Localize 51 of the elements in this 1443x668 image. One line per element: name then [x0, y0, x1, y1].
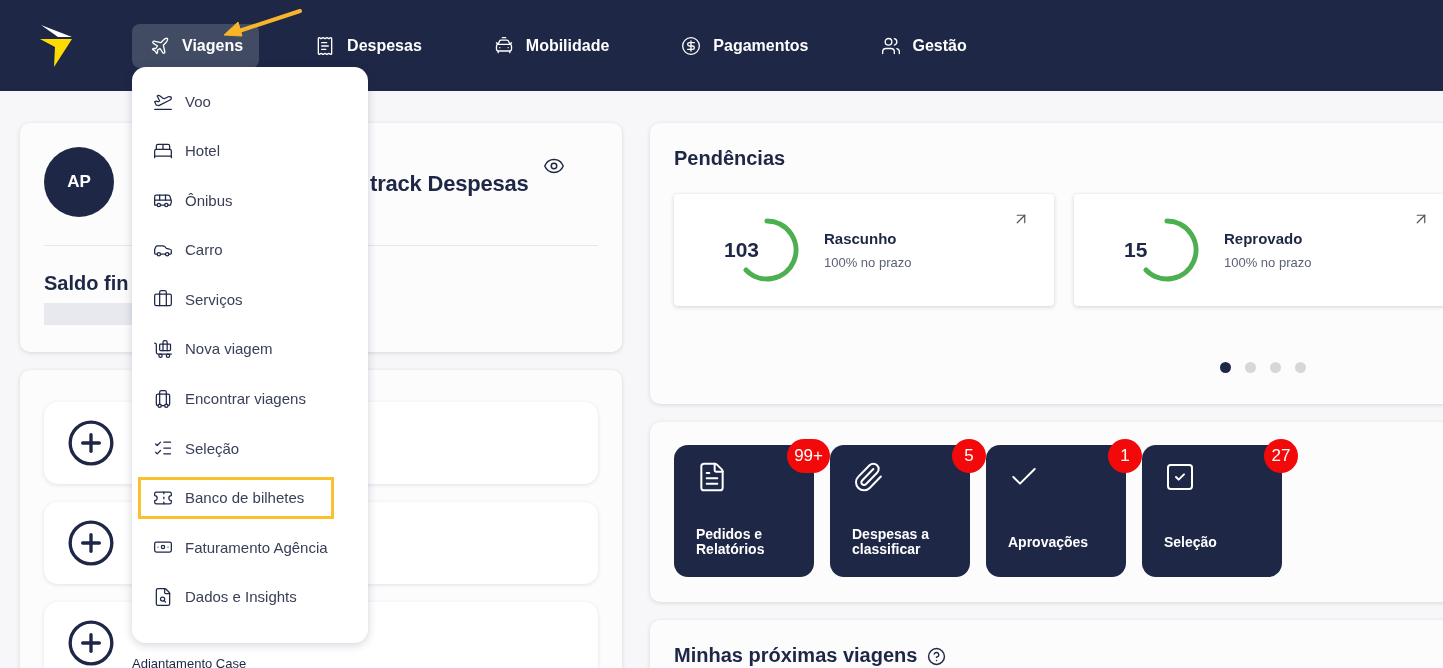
nav-tab[interactable]: Mobilidade [475, 23, 626, 68]
menu-item[interactable]: Serviços [138, 278, 362, 321]
count-badge: 99+ [787, 439, 830, 473]
users-icon [880, 35, 901, 56]
checkbox-icon [1164, 461, 1196, 493]
dollar-icon [681, 35, 702, 56]
carousel-dot[interactable] [1295, 362, 1306, 373]
menu-item[interactable]: Ônibus [138, 179, 362, 222]
menu-item[interactable]: Carro [138, 228, 362, 271]
paperclip-icon [852, 461, 884, 493]
pending-subtitle: 100% no prazo [824, 255, 912, 270]
pending-subtitle: 100% no prazo [1224, 255, 1312, 270]
luggage-icon [153, 338, 173, 359]
add-icon [66, 418, 116, 468]
menu-item[interactable]: Banco de bilhetes [138, 476, 334, 519]
luggage-icon [153, 388, 173, 409]
add-icon [66, 618, 116, 668]
nav-tab[interactable]: Viagens [132, 23, 260, 68]
menu-item[interactable]: Nova viagem [138, 327, 362, 370]
pending-label: Rascunho [824, 230, 898, 247]
nav-tab[interactable]: Pagamentos [663, 23, 825, 68]
company-name: track Despesas [370, 171, 529, 197]
pending-card[interactable]: 15 Reprovado 100% no prazo [1074, 194, 1443, 306]
pending-count: 103 [724, 238, 760, 262]
shortcut-caption: Adiantamento Case [132, 656, 247, 668]
menu-item[interactable]: Hotel [138, 129, 362, 172]
carousel-dot[interactable] [1220, 362, 1231, 373]
count-badge: 5 [952, 439, 986, 473]
pending-label: Reprovado [1224, 230, 1304, 247]
avatar: AP [44, 147, 114, 217]
menu-item[interactable]: Seleção [138, 427, 362, 470]
pending-count: 15 [1124, 238, 1148, 262]
count-badge: 1 [1108, 439, 1142, 473]
balance-title: Saldo fin [44, 272, 130, 295]
pending-card[interactable]: 103 Rascunho 100% no prazo [674, 194, 1054, 306]
section-title: Minhas próximas viagens [674, 644, 918, 667]
menu-item[interactable]: Faturamento Agência [138, 526, 362, 569]
menu-item[interactable]: Encontrar viagens [138, 377, 362, 420]
nav-tab[interactable]: Gestão [862, 23, 983, 68]
carousel-dot[interactable] [1270, 362, 1281, 373]
add-icon [66, 518, 116, 568]
nav-tab[interactable]: Despesas [297, 23, 438, 68]
menu-item[interactable]: Voo [138, 80, 362, 122]
carousel-dot[interactable] [1245, 362, 1256, 373]
section-title: Pendências [674, 147, 787, 170]
taxi-icon [493, 35, 514, 56]
menu-item[interactable]: Dados e Insights [138, 575, 362, 618]
plane-icon [150, 35, 170, 56]
file-search-icon [153, 586, 173, 607]
count-badge: 27 [1264, 439, 1298, 473]
help-icon[interactable] [927, 647, 947, 666]
